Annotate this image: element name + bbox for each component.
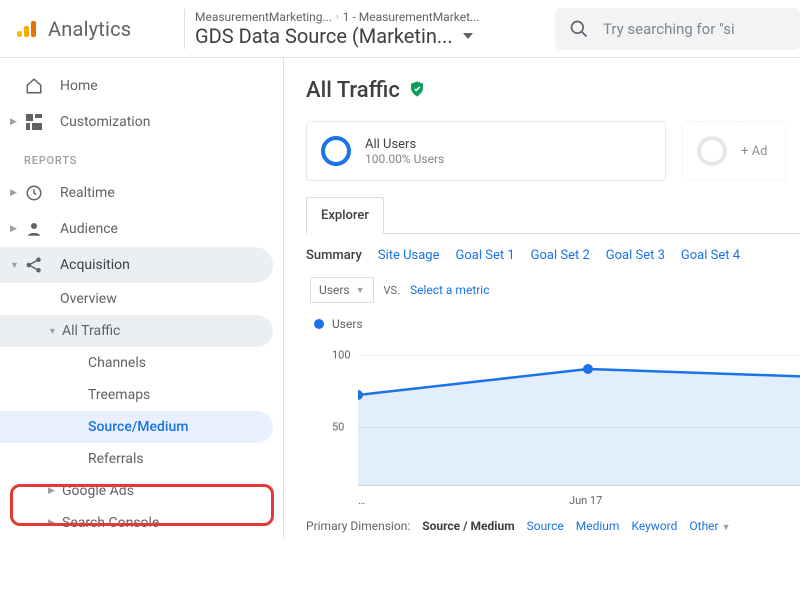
nav-referrals-label: Referrals — [88, 451, 144, 467]
line-chart: 100 50 … Jun 17 — [314, 337, 800, 505]
breadcrumb-account: MeasurementMarketing... — [195, 10, 332, 24]
page-title: All Traffic — [306, 78, 400, 103]
nav-treemaps-label: Treemaps — [88, 387, 150, 403]
subtab-goal-1[interactable]: Goal Set 1 — [456, 248, 515, 263]
nav-google-ads[interactable]: ▶Google Ads — [0, 475, 283, 507]
nav-acquisition-label: Acquisition — [60, 257, 130, 273]
divider — [184, 9, 185, 49]
segment-add-label: + Ad — [741, 144, 767, 159]
nav-channels[interactable]: Channels — [0, 347, 283, 379]
dashboard-icon — [24, 112, 44, 132]
property-selector[interactable]: MeasurementMarketing... › 1 - Measuremen… — [195, 10, 535, 48]
nav-customization-label: Customization — [60, 114, 150, 130]
y-tick-50: 50 — [332, 421, 344, 434]
caret-down-icon: ▼ — [722, 523, 731, 533]
product-name: Analytics — [48, 17, 131, 41]
segment-title: All Users — [365, 137, 444, 152]
share-icon — [24, 255, 44, 275]
caret-down-icon: ▼ — [356, 285, 365, 296]
subtab-goal-3[interactable]: Goal Set 3 — [606, 248, 665, 263]
nav-search-console[interactable]: ▶Search Console — [0, 507, 283, 539]
subtab-summary[interactable]: Summary — [306, 248, 362, 263]
y-tick-100: 100 — [332, 349, 351, 362]
search-placeholder: Try searching for "si — [603, 20, 735, 38]
nav-source-medium[interactable]: Source/Medium — [0, 411, 273, 443]
nav-referrals[interactable]: Referrals — [0, 443, 283, 475]
verified-shield-icon — [408, 80, 426, 102]
nav-treemaps[interactable]: Treemaps — [0, 379, 283, 411]
segment-subtitle: 100.00% Users — [365, 152, 444, 166]
legend-dot-icon — [314, 319, 324, 329]
sidebar: Home ▶ Customization REPORTS ▶ Realtime … — [0, 58, 284, 539]
search-icon — [569, 19, 589, 39]
nav-overview-label: Overview — [60, 291, 117, 307]
tab-explorer[interactable]: Explorer — [306, 197, 384, 234]
dim-source-medium[interactable]: Source / Medium — [422, 519, 514, 533]
x-tick-0: … — [358, 494, 365, 507]
report-content: All Traffic All Users 100.00% Users + Ad… — [284, 58, 800, 611]
top-bar: Analytics MeasurementMarketing... › 1 - … — [0, 0, 800, 58]
dim-source[interactable]: Source — [527, 519, 564, 533]
analytics-logo-icon — [14, 17, 38, 41]
metric-vs-label: VS. — [384, 284, 400, 297]
nav-google-ads-label: Google Ads — [62, 483, 134, 499]
nav-home[interactable]: Home — [0, 68, 283, 104]
x-tick-1: Jun 17 — [569, 494, 602, 507]
dim-other[interactable]: Other ▼ — [689, 519, 730, 533]
nav-source-medium-label: Source/Medium — [88, 419, 188, 435]
nav-search-console-label: Search Console — [62, 515, 159, 531]
caret-down-icon — [463, 28, 473, 43]
nav-channels-label: Channels — [88, 355, 146, 371]
nav-acquisition[interactable]: ▼ Acquisition — [0, 247, 273, 283]
nav-overview[interactable]: Overview — [0, 283, 283, 315]
primary-dimension-row: Primary Dimension: Source / Medium Sourc… — [306, 505, 800, 533]
breadcrumb-property: 1 - MeasurementMarket... — [343, 10, 480, 24]
primary-dimension-label: Primary Dimension: — [306, 519, 410, 533]
explorer-tabbar: Explorer — [306, 197, 800, 234]
metric-primary-select[interactable]: Users ▼ — [310, 277, 374, 303]
clock-icon — [24, 183, 44, 203]
dim-keyword[interactable]: Keyword — [631, 519, 677, 533]
nav-realtime[interactable]: ▶ Realtime — [0, 175, 283, 211]
dim-medium[interactable]: Medium — [576, 519, 620, 533]
nav-audience-label: Audience — [60, 221, 118, 237]
chevron-right-icon: › — [336, 12, 339, 22]
property-title: GDS Data Source (Marketin... — [195, 24, 453, 48]
person-icon — [24, 219, 44, 239]
reports-section-label: REPORTS — [0, 140, 283, 175]
subtab-goal-4[interactable]: Goal Set 4 — [681, 248, 740, 263]
metric-secondary-select[interactable]: Select a metric — [410, 283, 490, 297]
home-icon — [24, 76, 44, 96]
nav-all-traffic[interactable]: ▼ All Traffic — [0, 315, 273, 347]
subtab-row: Summary Site Usage Goal Set 1 Goal Set 2… — [306, 234, 800, 277]
chart-svg — [358, 337, 800, 487]
nav-audience[interactable]: ▶ Audience — [0, 211, 283, 247]
subtab-goal-2[interactable]: Goal Set 2 — [531, 248, 590, 263]
tab-explorer-label: Explorer — [321, 208, 369, 223]
legend-users-label: Users — [332, 317, 363, 331]
nav-all-traffic-label: All Traffic — [62, 323, 120, 339]
nav-customization[interactable]: ▶ Customization — [0, 104, 283, 140]
search-input[interactable]: Try searching for "si — [555, 8, 800, 50]
segment-add-circle-icon — [697, 136, 727, 166]
product-logo-block[interactable]: Analytics — [14, 17, 184, 41]
nav-realtime-label: Realtime — [60, 185, 115, 201]
segment-all-users[interactable]: All Users 100.00% Users — [306, 121, 666, 181]
segment-add[interactable]: + Ad — [682, 121, 786, 181]
segment-circle-icon — [321, 136, 351, 166]
metric-primary-label: Users — [319, 283, 350, 297]
breadcrumb: MeasurementMarketing... › 1 - Measuremen… — [195, 10, 535, 24]
subtab-site-usage[interactable]: Site Usage — [378, 248, 440, 263]
nav-home-label: Home — [60, 78, 98, 94]
